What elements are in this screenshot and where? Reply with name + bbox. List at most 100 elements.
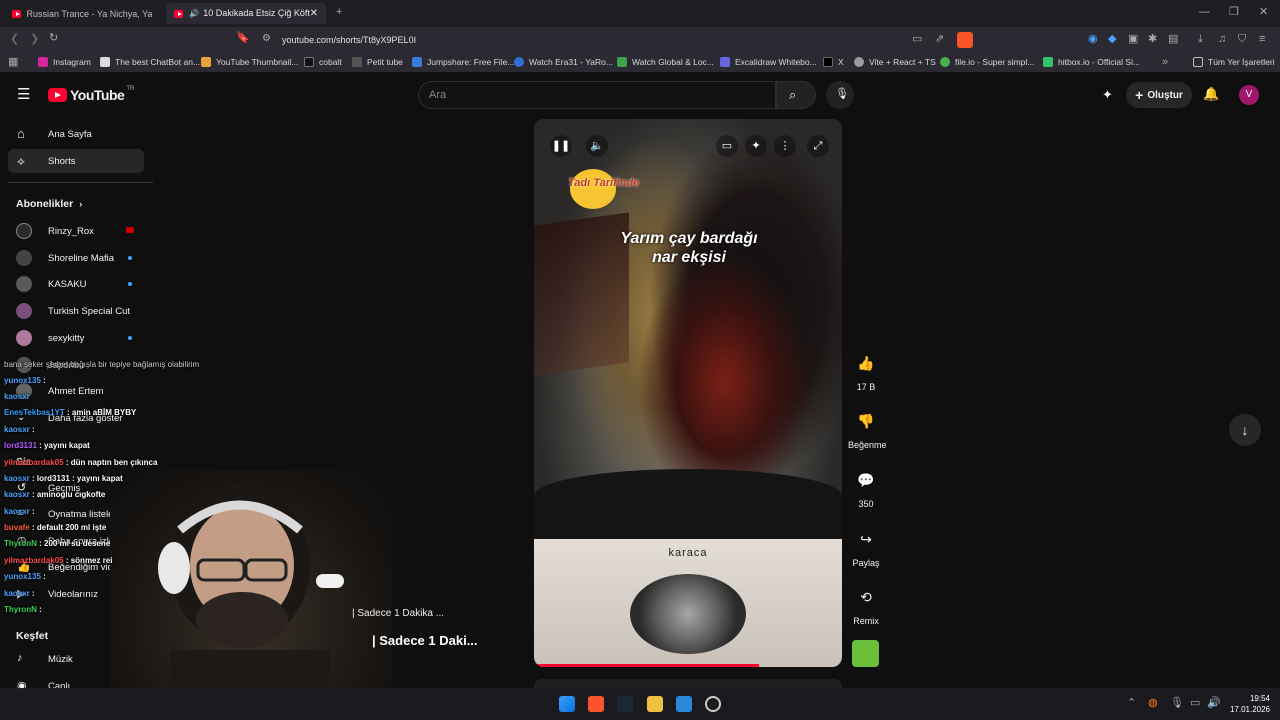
notifications-icon[interactable]: 🔔 bbox=[1203, 86, 1219, 102]
close-tab-icon[interactable]: ✕ bbox=[310, 8, 318, 19]
bookmark-item[interactable]: X bbox=[823, 57, 844, 67]
download-icon[interactable]: ⤓ bbox=[1198, 34, 1203, 45]
all-bookmarks[interactable]: Tüm Yer İşaretleri bbox=[1193, 57, 1275, 67]
menu-icon[interactable]: ≡ bbox=[1259, 34, 1265, 45]
bookmark-item[interactable]: file.io - Super simpl... bbox=[940, 57, 1034, 67]
dislike-action[interactable]: 👎 Beğenme bbox=[848, 405, 887, 451]
share-button[interactable]: ↪ bbox=[850, 523, 882, 555]
reload-icon[interactable]: ↻ bbox=[49, 33, 58, 44]
maximize-icon[interactable]: ❐ bbox=[1229, 7, 1239, 18]
cast-icon[interactable]: ▭ bbox=[912, 34, 922, 45]
like-action[interactable]: 👍 17 B bbox=[848, 347, 884, 393]
apps-grid-icon[interactable]: ▦ bbox=[8, 57, 18, 68]
subscriptions-heading[interactable]: Abonelikler › bbox=[16, 198, 82, 210]
search-button[interactable]: ⌕ bbox=[776, 81, 816, 109]
forward-icon[interactable]: ❯ bbox=[30, 34, 39, 45]
sound-thumbnail[interactable] bbox=[852, 640, 879, 667]
comment-action[interactable]: 💬 350 bbox=[848, 464, 884, 510]
bookmark-item[interactable]: Vite + React + TS bbox=[854, 57, 936, 67]
remix-action[interactable]: ⟲ Remix bbox=[848, 581, 884, 627]
site-settings-icon[interactable]: ⚙ bbox=[262, 34, 271, 44]
sidebar-icon[interactable]: ▤ bbox=[1168, 34, 1178, 45]
upload-icon[interactable]: ✦ bbox=[1102, 87, 1113, 103]
mic-tray-icon[interactable]: 🎙 bbox=[1170, 698, 1184, 709]
youtube-header: ☰ YouTube TR Ara ⌕ 🎙 ✦ + Oluştur 🔔 V bbox=[0, 73, 1280, 117]
voice-search-button[interactable]: 🎙 bbox=[826, 81, 854, 109]
extensions-icon[interactable]: ✱ bbox=[1148, 34, 1157, 45]
audio-icon[interactable]: ◉ bbox=[1088, 34, 1098, 45]
cobalt-icon bbox=[304, 57, 314, 67]
search-input[interactable]: Ara bbox=[418, 81, 776, 109]
share-page-icon[interactable]: ⇗ bbox=[935, 34, 944, 45]
extension-1-icon[interactable]: ◆ bbox=[1108, 34, 1116, 45]
home-icon: ⌂ bbox=[17, 126, 25, 141]
bookmark-item[interactable]: The best ChatBot an... bbox=[100, 57, 200, 67]
back-icon[interactable]: ❮ bbox=[10, 34, 19, 45]
bookmark-item[interactable]: Jumpshare: Free File... bbox=[412, 57, 514, 67]
system-clock[interactable]: 19:54 17.01.2026 bbox=[1230, 693, 1270, 715]
remix-button[interactable]: ⟲ bbox=[850, 581, 882, 613]
bookmark-item[interactable]: Petit tube bbox=[352, 57, 403, 67]
minimize-icon[interactable]: — bbox=[1199, 7, 1210, 18]
next-short-button[interactable]: ↓ bbox=[1229, 414, 1261, 446]
dislike-button[interactable]: 👎 bbox=[850, 405, 882, 437]
brave-browser-icon[interactable] bbox=[588, 696, 604, 712]
bookmark-item[interactable]: Instagram bbox=[38, 57, 91, 67]
bookmark-item[interactable]: Excalidraw Whitebo... bbox=[720, 57, 817, 67]
country-code: TR bbox=[126, 86, 135, 92]
close-window-icon[interactable]: ✕ bbox=[1259, 7, 1268, 18]
tab-cig-kofte[interactable]: 🔊 10 Dakikada Etsiz Çiğ Köfte 🔥 ✕ bbox=[166, 3, 326, 24]
tab-russian-trance[interactable]: Russian Trance - Ya Nichya, Ya Chuzh... bbox=[4, 3, 160, 24]
extension-2-icon[interactable]: ▣ bbox=[1128, 34, 1138, 45]
bookmark-item[interactable]: Watch Global & Loc... bbox=[617, 57, 714, 67]
sidebar-item-home[interactable]: ⌂ Ana Sayfa bbox=[8, 122, 144, 146]
captions-button[interactable]: ▭ bbox=[716, 135, 738, 157]
bookmark-item[interactable]: Watch Era31 - YaRo... bbox=[514, 57, 613, 67]
monitor-icon[interactable]: ▭ bbox=[1190, 698, 1200, 709]
tray-app-icon[interactable]: ◍ bbox=[1148, 698, 1158, 709]
more-options-button[interactable]: ⋮ bbox=[774, 135, 796, 157]
bookmark-item[interactable]: hitbox.io - Official Si... bbox=[1043, 57, 1140, 67]
address-bar[interactable]: ⚙ youtube.com/shorts/Tt8yX9PEL0I bbox=[256, 30, 976, 50]
music-icon[interactable]: ♫ bbox=[1218, 34, 1226, 45]
share-action[interactable]: ↪ Paylaş bbox=[848, 523, 884, 569]
obs-icon[interactable] bbox=[705, 696, 721, 712]
video-title[interactable]: | Sadece 1 Daki... bbox=[372, 633, 478, 648]
app-icon[interactable] bbox=[676, 696, 692, 712]
video-progress-bar[interactable] bbox=[534, 664, 759, 667]
file-explorer-icon[interactable] bbox=[647, 696, 663, 712]
bookmark-icon[interactable]: 🔖 bbox=[236, 33, 250, 44]
remix-quick-button[interactable]: ✦ bbox=[745, 135, 767, 157]
windows-taskbar: ⌃ ◍ 🎙 ▭ 🔊 19:54 17.01.2026 bbox=[0, 688, 1280, 720]
windows-start-icon[interactable] bbox=[559, 696, 575, 712]
new-tab-icon[interactable]: + bbox=[336, 7, 342, 18]
create-button[interactable]: + Oluştur bbox=[1126, 82, 1192, 108]
volume-tray-icon[interactable]: 🔊 bbox=[1207, 698, 1221, 709]
avatar[interactable]: V bbox=[1239, 85, 1259, 105]
tab-title: Russian Trance - Ya Nichya, Ya Chuzh... bbox=[26, 8, 152, 19]
like-button[interactable]: 👍 bbox=[850, 347, 882, 379]
sidebar-sub-turkish[interactable]: Turkish Special Cut bbox=[8, 299, 144, 323]
sidebar-sub-kasaku[interactable]: KASAKU bbox=[8, 272, 144, 296]
steam-icon[interactable] bbox=[617, 696, 633, 712]
bookmark-item[interactable]: cobalt bbox=[304, 57, 342, 67]
comment-button[interactable]: 💬 bbox=[850, 464, 882, 496]
new-content-dot bbox=[128, 256, 132, 260]
brave-shield-icon[interactable] bbox=[957, 32, 973, 48]
shorts-video-player[interactable]: karaca Tadı Tarifinde Yarım çay bardağı … bbox=[534, 119, 842, 667]
youtube-logo[interactable]: YouTube TR bbox=[48, 86, 135, 103]
sidebar-sub-shoreline[interactable]: Shoreline Mafia bbox=[8, 246, 144, 270]
more-bookmarks-icon[interactable]: » bbox=[1162, 57, 1168, 68]
fullscreen-button[interactable]: ⤢ bbox=[807, 135, 829, 157]
sidebar-item-shorts[interactable]: ⟡ Shorts bbox=[8, 149, 144, 173]
pause-button[interactable]: ❚❚ bbox=[550, 135, 572, 157]
bookmark-item[interactable]: YouTube Thumbnail... bbox=[201, 57, 298, 67]
shield-icon[interactable]: ⛉ bbox=[1238, 34, 1246, 45]
sidebar-sub-sexykitty[interactable]: sexykitty bbox=[8, 326, 144, 350]
hamburger-menu-icon[interactable]: ☰ bbox=[17, 87, 30, 102]
volume-button[interactable]: 🔈 bbox=[586, 135, 608, 157]
sidebar-sub-rinzy[interactable]: Rinzy_Rox bbox=[8, 219, 144, 243]
browser-tab-bar: Russian Trance - Ya Nichya, Ya Chuzh... … bbox=[0, 0, 1280, 27]
youtube-favicon-icon bbox=[174, 9, 184, 18]
tray-chevron-icon[interactable]: ⌃ bbox=[1127, 698, 1136, 709]
